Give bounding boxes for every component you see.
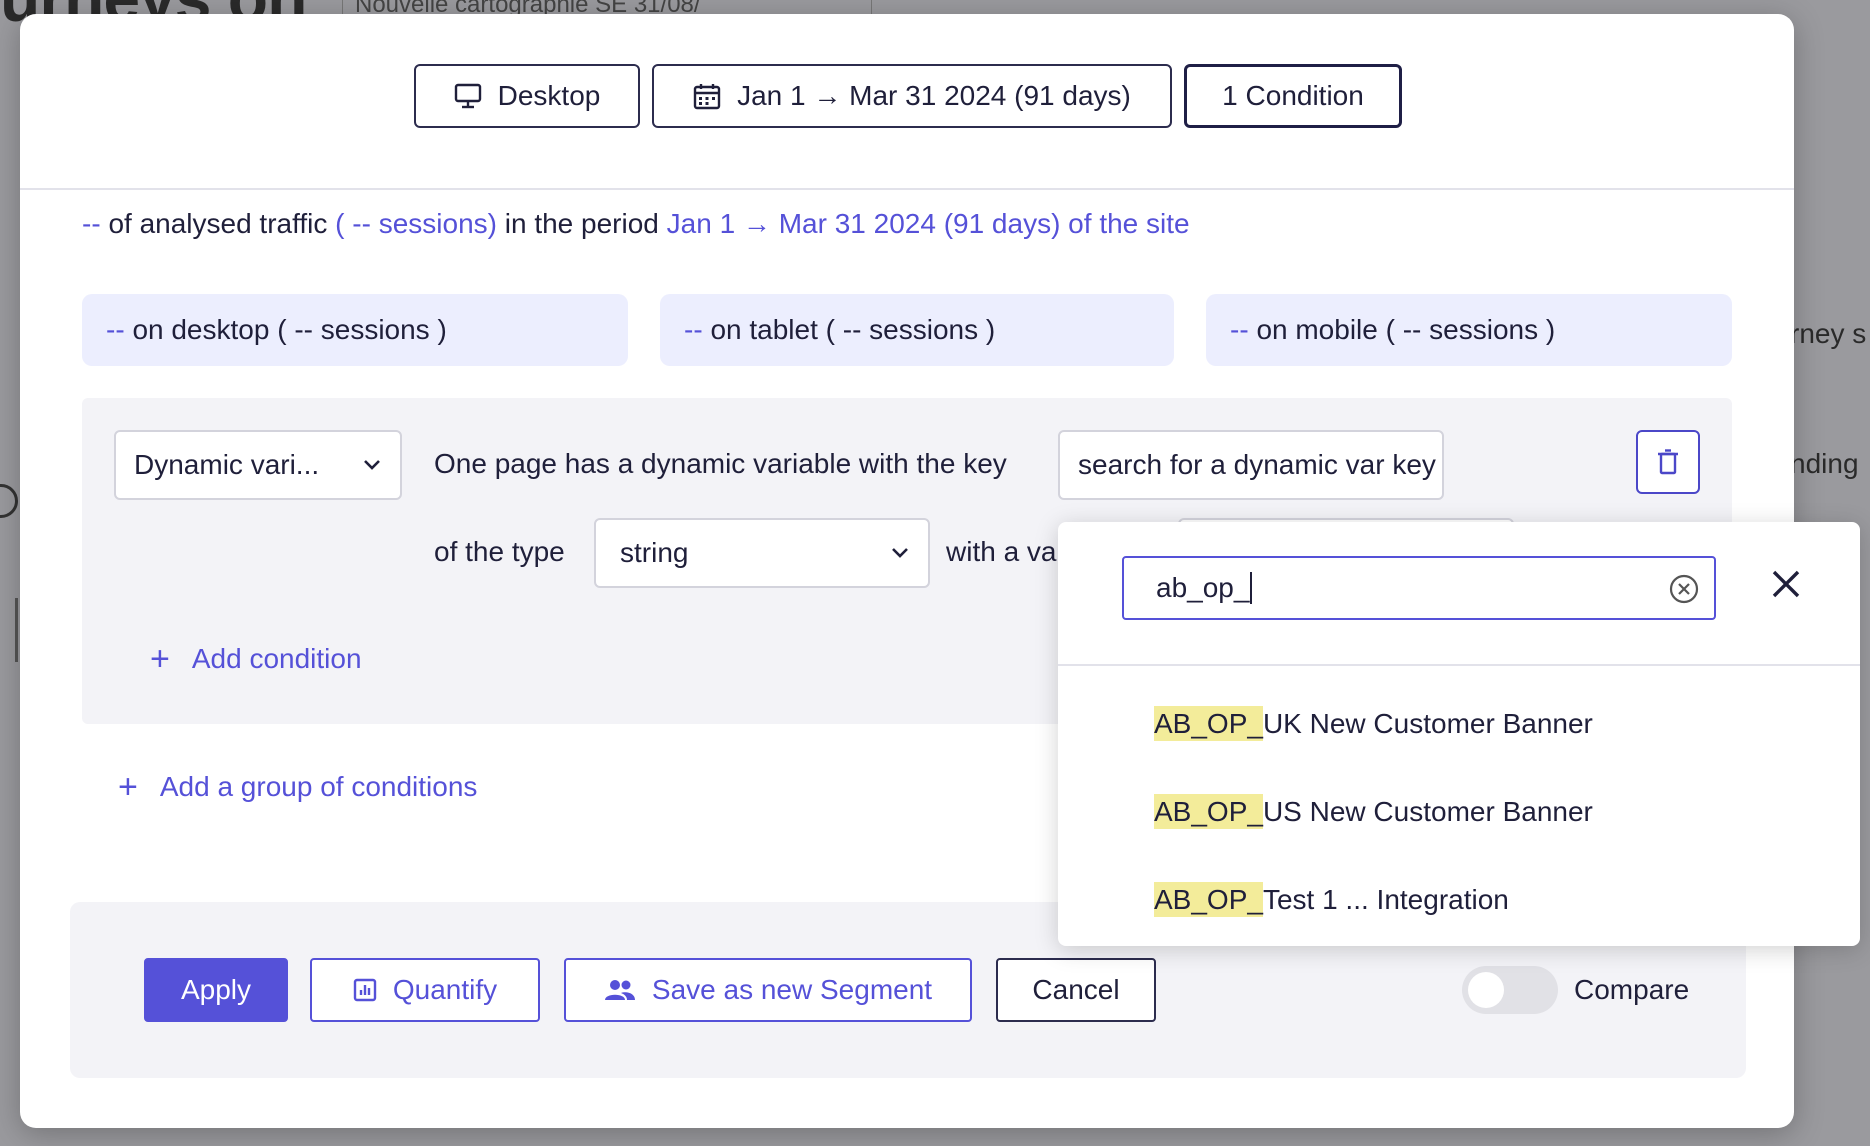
desktop-traffic-box: -- on desktop ( -- sessions ) — [82, 294, 628, 366]
add-group-label: Add a group of conditions — [159, 771, 478, 802]
apply-button[interactable]: Apply — [144, 958, 288, 1022]
conditions-button[interactable]: 1 Condition — [1184, 64, 1402, 128]
key-search-input[interactable]: ab_op_ — [1122, 556, 1716, 620]
date-range-label: Jan 1 → Mar 31 2024 (91 days) — [737, 80, 1131, 111]
device-percent: -- — [1230, 314, 1249, 345]
device-percent: -- — [684, 314, 703, 345]
monitor-icon — [454, 83, 481, 109]
compare-label: Compare — [1574, 974, 1690, 1005]
compare-toggle[interactable] — [1462, 966, 1558, 1014]
plus-icon: + — [118, 768, 138, 806]
dropdown-option[interactable]: AB_OP_UK New Customer Banner — [1154, 706, 1593, 741]
trash-icon — [1658, 449, 1678, 475]
plus-icon: + — [150, 640, 170, 678]
condition-sentence: One page has a dynamic variable with the… — [434, 448, 1007, 479]
dropdown-header: ab_op_ — [1058, 522, 1860, 666]
add-condition-label: Add condition — [191, 643, 362, 674]
quantify-label: Quantify — [392, 974, 498, 1005]
key-search-value: ab_op_ — [1156, 572, 1250, 603]
summary-period: Jan 1 → Mar 31 2024 (91 days) of the sit… — [666, 208, 1190, 239]
dynamic-var-key-placeholder: search for a dynamic var key — [1078, 449, 1436, 480]
dynamic-var-key-select[interactable]: search for a dynamic var key — [1058, 430, 1444, 500]
calendar-icon — [693, 84, 721, 110]
dynamic-var-key-dropdown: ab_op_ AB_OP_UK New Customer Banner AB_O… — [1058, 522, 1860, 946]
tablet-traffic-box: -- on tablet ( -- sessions ) — [660, 294, 1174, 366]
background-text: nding — [1790, 448, 1859, 479]
cancel-button[interactable]: Cancel — [996, 958, 1156, 1022]
chevron-down-icon — [364, 460, 380, 470]
add-condition-button[interactable]: + Add condition — [150, 642, 362, 676]
dropdown-option[interactable]: AB_OP_Test 1 ... Integration — [1154, 882, 1509, 917]
text-caret — [1250, 572, 1253, 604]
option-text: Test 1 ... Integration — [1262, 884, 1509, 915]
device-percent: -- — [106, 314, 125, 345]
clear-search-icon[interactable] — [1668, 573, 1700, 605]
of-the-type-label: of the type — [434, 536, 565, 567]
close-icon[interactable] — [1770, 568, 1802, 600]
match-highlight: AB_OP_ — [1154, 882, 1263, 917]
date-range-button[interactable]: Jan 1 → Mar 31 2024 (91 days) — [652, 64, 1172, 128]
value-type-select[interactable]: string — [594, 518, 930, 588]
condition-type-select[interactable]: Dynamic vari... — [114, 430, 402, 500]
quantify-button[interactable]: Quantify — [310, 958, 540, 1022]
traffic-summary: -- of analysed traffic ( -- sessions) in… — [82, 208, 1190, 240]
mobile-traffic-box: -- on mobile ( -- sessions ) — [1206, 294, 1732, 366]
with-a-value-label: with a va — [946, 536, 1057, 567]
option-text: UK New Customer Banner — [1262, 708, 1593, 739]
chevron-down-icon — [892, 548, 908, 558]
condition-type-value: Dynamic vari... — [134, 449, 320, 480]
device-filter-label: Desktop — [497, 80, 601, 111]
match-highlight: AB_OP_ — [1154, 706, 1263, 741]
conditions-label: 1 Condition — [1222, 80, 1364, 111]
background-text: rney s — [1790, 318, 1867, 349]
device-filter-button[interactable]: Desktop — [414, 64, 640, 128]
summary-text: of analysed traffic — [108, 208, 328, 239]
device-label: on desktop ( -- sessions ) — [132, 314, 447, 345]
summary-text: in the period — [504, 208, 659, 239]
summary-sessions: ( -- sessions) — [335, 208, 497, 239]
save-segment-button[interactable]: Save as new Segment — [564, 958, 972, 1022]
option-text: US New Customer Banner — [1262, 796, 1593, 827]
add-condition-group-button[interactable]: + Add a group of conditions — [118, 770, 477, 804]
apply-label: Apply — [180, 974, 252, 1005]
device-label: on mobile ( -- sessions ) — [1256, 314, 1556, 345]
save-segment-label: Save as new Segment — [651, 974, 933, 1005]
device-label: on tablet ( -- sessions ) — [710, 314, 996, 345]
users-icon — [604, 980, 635, 1000]
toggle-knob — [1468, 972, 1504, 1008]
background-divider — [0, 598, 18, 662]
modal-header: Desktop Jan 1 → Mar 31 2024 (91 days) 1 … — [20, 14, 1794, 190]
value-type-value: string — [620, 537, 689, 568]
delete-condition-button[interactable] — [1636, 430, 1700, 494]
info-icon — [0, 484, 18, 518]
chart-icon — [353, 978, 377, 1002]
segment-modal: Desktop Jan 1 → Mar 31 2024 (91 days) 1 … — [20, 14, 1860, 1128]
dropdown-option[interactable]: AB_OP_US New Customer Banner — [1154, 794, 1593, 829]
cancel-label: Cancel — [1032, 974, 1120, 1005]
traffic-percent: -- — [82, 208, 101, 239]
match-highlight: AB_OP_ — [1154, 794, 1263, 829]
